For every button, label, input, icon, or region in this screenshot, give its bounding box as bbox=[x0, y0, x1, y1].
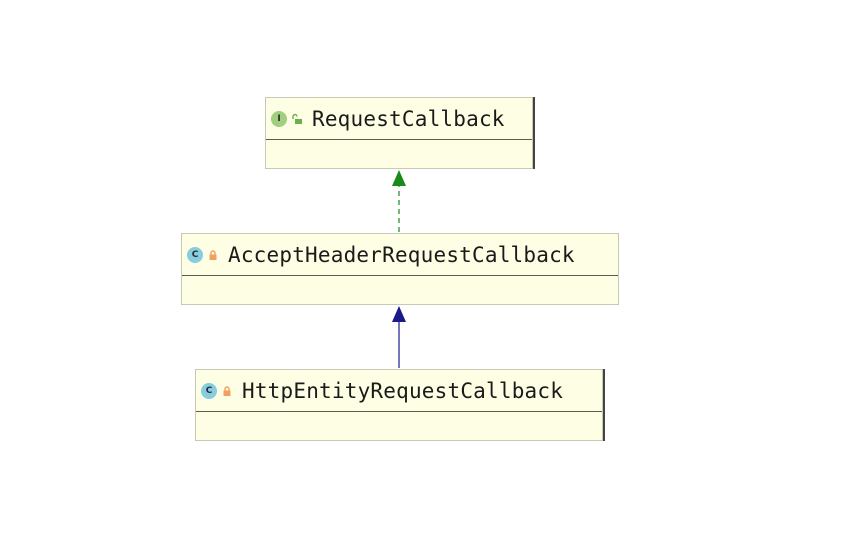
class-name: HttpEntityRequestCallback bbox=[242, 378, 564, 403]
node-header: C HttpEntityRequestCallback bbox=[196, 370, 602, 412]
class-name: AcceptHeaderRequestCallback bbox=[228, 242, 575, 267]
class-icon: C bbox=[201, 382, 217, 399]
edge-extends bbox=[392, 306, 406, 368]
node-http-entity-request-callback[interactable]: C HttpEntityRequestCallback bbox=[195, 369, 603, 441]
arrowhead-extends bbox=[392, 306, 406, 322]
node-members bbox=[182, 276, 618, 304]
node-header: I RequestCallback bbox=[266, 98, 532, 140]
class-name: RequestCallback bbox=[312, 106, 505, 131]
edge-implements bbox=[392, 170, 406, 232]
interface-icon: I bbox=[271, 110, 287, 127]
class-icon: C bbox=[187, 246, 203, 263]
arrowhead-implements bbox=[392, 170, 406, 186]
public-lock-open-icon bbox=[292, 113, 302, 124]
node-header: C AcceptHeaderRequestCallback bbox=[182, 234, 618, 276]
node-members bbox=[266, 140, 532, 168]
private-lock-icon bbox=[209, 249, 217, 260]
private-lock-icon bbox=[223, 385, 231, 396]
node-request-callback[interactable]: I RequestCallback bbox=[265, 97, 533, 169]
node-accept-header-request-callback[interactable]: C AcceptHeaderRequestCallback bbox=[181, 233, 619, 305]
node-members bbox=[196, 412, 602, 440]
